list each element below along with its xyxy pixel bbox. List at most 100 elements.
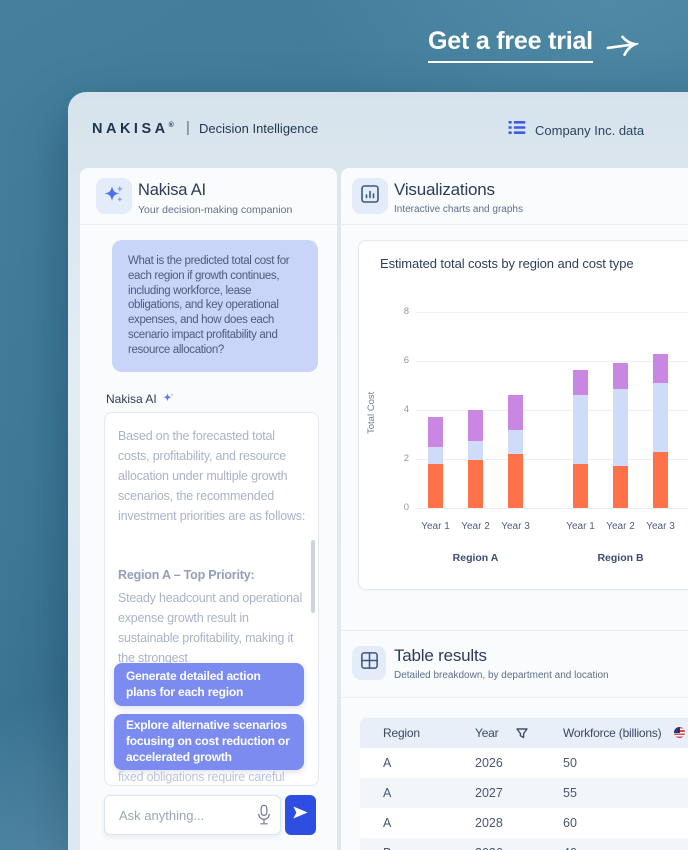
ai-response-body: Steady headcount and operational expense…: [118, 588, 310, 668]
table-cell-workforce: 55: [563, 786, 577, 800]
data-source-selector[interactable]: Company Inc. data: [508, 120, 644, 140]
data-source-label: Company Inc. data: [535, 123, 644, 138]
chart-plot-area: 02468Year 1Year 2Year 3Year 1Year 2Year …: [415, 312, 688, 508]
gridline: [416, 508, 688, 509]
x-tick-label: Year 3: [492, 521, 540, 532]
table-row: A 2027 55: [360, 778, 688, 808]
bar-lavender-segment[interactable]: [653, 383, 668, 452]
arrow-right-icon: [603, 28, 642, 67]
response-scrollbar[interactable]: [311, 540, 315, 613]
section-divider: [341, 630, 688, 631]
ask-input[interactable]: [117, 797, 247, 833]
table-grid-icon: [359, 650, 380, 676]
bar-orange-segment[interactable]: [468, 460, 483, 508]
y-tick-label: 2: [385, 453, 409, 464]
table-cell-workforce: 50: [563, 756, 577, 770]
header-separator: |: [186, 119, 190, 136]
gridline: [416, 459, 688, 460]
table-row: B 2026 40: [360, 838, 688, 850]
nakisa-ai-icon-box: [96, 178, 132, 214]
table-panel-title: Table results: [394, 646, 487, 666]
send-button[interactable]: [285, 795, 316, 835]
column-header-workforce: Workforce (billions): [563, 726, 661, 740]
table-panel-subtitle: Detailed breakdown, by department and lo…: [394, 670, 609, 681]
bar-lavender-segment[interactable]: [508, 430, 523, 455]
get-free-trial-link[interactable]: Get a free trial: [428, 27, 639, 65]
viz-header-divider: [341, 224, 688, 225]
send-icon: [292, 805, 309, 825]
table-cell-region: A: [383, 786, 391, 800]
gridline: [416, 312, 688, 313]
table-cell-year: 2027: [475, 786, 503, 800]
sparkle-icon: [162, 391, 175, 407]
table-row: A 2026 50: [360, 748, 688, 778]
app-screenshot: Get a free trial NAKISA® | Decision Inte…: [0, 0, 688, 850]
filter-icon[interactable]: [515, 726, 529, 745]
bar-purple-segment[interactable]: [653, 354, 668, 383]
chart-y-axis-label: Total Cost: [366, 392, 377, 434]
table-cell-year: 2026: [475, 846, 503, 850]
y-tick-label: 4: [385, 404, 409, 415]
ai-response-heading: Region A – Top Priority:: [118, 568, 308, 582]
table-body: A 2026 50 A 2027 55 A 2028 60 B 2026 40: [360, 748, 688, 850]
table-icon-box: [352, 646, 386, 680]
bar-lavender-segment[interactable]: [573, 395, 588, 464]
registered-mark: ®: [169, 122, 174, 129]
column-header-region: Region: [383, 726, 420, 740]
bar-orange-segment[interactable]: [613, 466, 628, 508]
bar-purple-segment[interactable]: [613, 363, 628, 389]
table-cell-workforce: 40: [563, 846, 577, 850]
chat-panel-subtitle: Your decision-making companion: [138, 204, 292, 216]
bar-purple-segment[interactable]: [428, 417, 443, 446]
ai-response-trailing-text: fixed obligations require careful: [118, 770, 310, 784]
table-header-row: Region Year Workforce (billions): [360, 718, 688, 748]
table-cell-year: 2028: [475, 816, 503, 830]
bar-lavender-segment[interactable]: [428, 447, 443, 464]
bar-orange-segment[interactable]: [508, 454, 523, 508]
table-cell-region: B: [383, 846, 391, 850]
product-name: Decision Intelligence: [199, 121, 318, 136]
ai-response-intro: Based on the forecasted total costs, pro…: [118, 426, 306, 526]
group-label: Region A: [436, 552, 516, 564]
table-row: A 2028 60: [360, 808, 688, 838]
gridline: [416, 410, 688, 411]
y-tick-label: 0: [385, 502, 409, 513]
viz-panel-subtitle: Interactive charts and graphs: [394, 204, 523, 215]
table-cell-year: 2026: [475, 756, 503, 770]
bar-orange-segment[interactable]: [653, 452, 668, 508]
table-cell-workforce: 60: [563, 816, 577, 830]
chat-panel-title: Nakisa AI: [138, 181, 206, 200]
chat-header-divider: [80, 224, 337, 225]
nakisa-logo: NAKISA®: [92, 121, 174, 137]
y-tick-label: 8: [385, 306, 409, 317]
bar-chart-icon: [359, 183, 381, 210]
bar-purple-segment[interactable]: [468, 410, 483, 441]
y-tick-label: 6: [385, 355, 409, 366]
get-free-trial-label: Get a free trial: [428, 27, 593, 63]
x-tick-label: Year 3: [637, 521, 685, 532]
list-icon: [508, 120, 526, 140]
ai-response-label: Nakisa AI: [106, 391, 175, 407]
bar-lavender-segment[interactable]: [613, 389, 628, 466]
chart-title: Estimated total costs by region and cost…: [380, 256, 633, 271]
table-header-divider: [341, 697, 688, 698]
column-header-year: Year: [475, 726, 498, 740]
suggestion-button-action-plans[interactable]: Generate detailed action plans for each …: [114, 663, 304, 706]
ask-input-box[interactable]: [104, 795, 281, 835]
viz-icon-box: [352, 178, 388, 214]
bar-purple-segment[interactable]: [508, 395, 523, 429]
bar-orange-segment[interactable]: [573, 464, 588, 508]
bar-orange-segment[interactable]: [428, 464, 443, 508]
bar-purple-segment[interactable]: [573, 370, 588, 396]
viz-panel-title: Visualizations: [394, 180, 495, 200]
bar-lavender-segment[interactable]: [468, 441, 483, 461]
user-message-bubble: What is the predicted total cost for eac…: [112, 240, 318, 372]
sparkles-icon: [102, 182, 126, 211]
us-flag-icon: [674, 727, 685, 738]
group-label: Region B: [581, 552, 661, 564]
suggestion-button-alt-scenarios[interactable]: Explore alternative scenarios focusing o…: [114, 714, 304, 770]
gridline: [416, 361, 688, 362]
microphone-icon[interactable]: [256, 803, 272, 832]
table-cell-region: A: [383, 756, 391, 770]
table-cell-region: A: [383, 816, 391, 830]
